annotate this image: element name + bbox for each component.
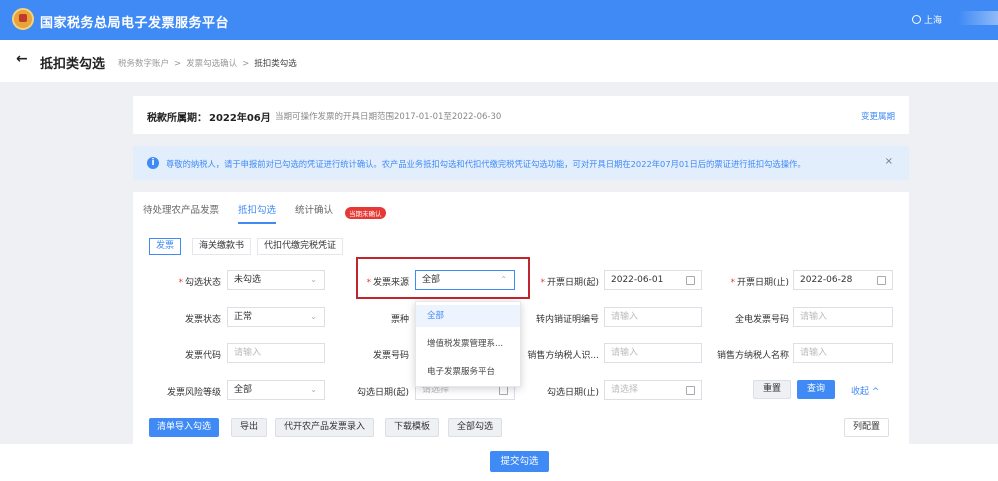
page-header: ← 抵扣类勾选 税务数字账户 > 发票勾选确认 > 抵扣类勾选 xyxy=(0,40,998,82)
check-start-label: 勾选日期(起) xyxy=(356,388,409,398)
column-config-button[interactable]: 列配置 xyxy=(844,418,890,437)
notice-text: 尊敬的纳税人，请于申报前对已勾选的凭证进行统计确认。农产品业务抵扣勾选和代扣代缴… xyxy=(166,159,806,169)
reset-button[interactable]: 重置 xyxy=(753,380,791,399)
risk-level-label: 发票风险等级 xyxy=(166,388,221,398)
full-elec-no-label: 全电发票号码 xyxy=(734,315,789,325)
issue-end-date[interactable]: 2022-06-28 xyxy=(793,270,893,290)
dropdown-option-e-invoice-platform[interactable]: 电子发票服务平台 xyxy=(416,361,520,383)
calendar-icon xyxy=(877,276,886,285)
user-menu[interactable]: 上海 xyxy=(912,11,998,26)
footer-bar: 提交勾选 xyxy=(0,444,998,481)
subtab-withholding[interactable]: 代扣代缴完税凭证 xyxy=(257,238,344,255)
invoice-no-label: 发票号码 xyxy=(372,351,409,361)
calendar-icon xyxy=(499,386,508,395)
close-icon[interactable]: × xyxy=(885,156,893,167)
issue-start-date[interactable]: 2022-06-01 xyxy=(604,270,702,290)
dropdown-option-vat-system[interactable]: 增值税发票管理系... xyxy=(416,333,520,355)
top-bar: 国家税务总局电子发票服务平台 上海 xyxy=(0,0,998,40)
app-title: 国家税务总局电子发票服务平台 xyxy=(40,16,230,31)
seller-tax-id-input[interactable]: 请输入 xyxy=(604,343,702,363)
tax-period-label: 税款所属期： xyxy=(147,113,207,124)
calendar-icon xyxy=(686,276,695,285)
invoice-source-dropdown: 全部 增值税发票管理系... 电子发票服务平台 xyxy=(415,301,521,387)
chevron-up-icon: ^ xyxy=(871,387,880,397)
tab-pending-agri[interactable]: 待处理农产品发票 xyxy=(143,202,219,222)
check-form-card: 待处理农产品发票 抵扣勾选 统计确认 当期未确认 发票 海关缴款书 代扣代缴完税… xyxy=(133,192,909,444)
user-name-mask xyxy=(958,11,998,25)
chevron-down-icon: ⌄ xyxy=(310,385,317,394)
change-period-link[interactable]: 变更属期 xyxy=(861,110,895,122)
full-elec-no-input[interactable]: 请输入 xyxy=(793,307,893,327)
breadcrumb: 税务数字账户 > 发票勾选确认 > 抵扣类勾选 xyxy=(118,57,297,69)
subtab-invoice[interactable]: 发票 xyxy=(149,238,182,255)
seller-tax-id-label: 销售方纳税人识... xyxy=(527,351,599,361)
select-all-button[interactable]: 全部勾选 xyxy=(448,418,503,437)
invoice-type-label: 票种 xyxy=(390,315,409,325)
breadcrumb-item-confirm[interactable]: 发票勾选确认 xyxy=(186,59,237,69)
check-status-label: * 勾选状态 xyxy=(178,278,221,288)
agri-entry-button[interactable]: 代开农产品发票录入 xyxy=(275,418,375,437)
chevron-down-icon: ⌄ xyxy=(310,275,317,284)
breadcrumb-separator: > xyxy=(242,59,250,69)
transfer-no-label: 转内销证明编号 xyxy=(535,315,599,325)
check-end-date[interactable]: 请选择 xyxy=(604,380,702,400)
tax-bureau-logo-icon xyxy=(12,8,34,30)
seller-name-label: 销售方纳税人名称 xyxy=(716,351,789,361)
issue-end-label: * 开票日期(止) xyxy=(730,278,789,288)
tax-period-hint: 当期可操作发票的开具日期范围2017-01-01至2022-06-30 xyxy=(275,112,502,122)
issue-start-label: * 开票日期(起) xyxy=(540,278,599,288)
seller-name-input[interactable]: 请输入 xyxy=(793,343,893,363)
notice-banner: i 尊敬的纳税人，请于申报前对已勾选的凭证进行统计确认。农产品业务抵扣勾选和代扣… xyxy=(133,146,909,180)
export-button[interactable]: 导出 xyxy=(231,418,268,437)
subtab-customs[interactable]: 海关缴款书 xyxy=(192,238,252,255)
chevron-down-icon: ⌄ xyxy=(310,312,317,321)
transfer-no-input[interactable]: 请输入 xyxy=(604,307,702,327)
breadcrumb-separator: > xyxy=(174,59,182,69)
submit-check-button[interactable]: 提交勾选 xyxy=(490,451,549,472)
invoice-code-label: 发票代码 xyxy=(184,351,221,361)
invoice-code-input[interactable]: 请输入 xyxy=(227,343,325,363)
calendar-icon xyxy=(686,386,695,395)
breadcrumb-item-account[interactable]: 税务数字账户 xyxy=(118,59,169,69)
info-icon: i xyxy=(147,157,159,169)
check-status-select[interactable]: 未勾选 ⌄ xyxy=(227,270,325,290)
highlight-box xyxy=(356,257,530,299)
import-check-button[interactable]: 清单导入勾选 xyxy=(149,418,220,437)
tab-stat-confirm[interactable]: 统计确认 xyxy=(295,202,333,222)
breadcrumb-item-current: 抵扣类勾选 xyxy=(254,59,297,69)
user-icon xyxy=(912,15,921,24)
download-template-button[interactable]: 下载模板 xyxy=(385,418,440,437)
user-name: 上海 xyxy=(924,16,943,26)
back-arrow-icon[interactable]: ← xyxy=(16,51,28,67)
invoice-status-label: 发票状态 xyxy=(184,315,221,325)
query-button[interactable]: 查询 xyxy=(797,380,835,399)
tab-deduct-check[interactable]: 抵扣勾选 xyxy=(238,202,277,224)
page-title: 抵扣类勾选 xyxy=(40,57,106,72)
check-end-label: 勾选日期(止) xyxy=(546,388,599,398)
invoice-status-select[interactable]: 正常 ⌄ xyxy=(227,307,325,327)
collapse-toggle[interactable]: 收起 ^ xyxy=(851,384,879,397)
tax-period-value: 2022年06月 xyxy=(209,113,271,124)
tax-period-card: 税款所属期： 2022年06月 当期可操作发票的开具日期范围2017-01-01… xyxy=(133,96,909,134)
risk-level-select[interactable]: 全部 ⌄ xyxy=(227,380,325,400)
dropdown-option-all[interactable]: 全部 xyxy=(416,305,520,327)
unconfirmed-badge: 当期未确认 xyxy=(345,207,386,219)
